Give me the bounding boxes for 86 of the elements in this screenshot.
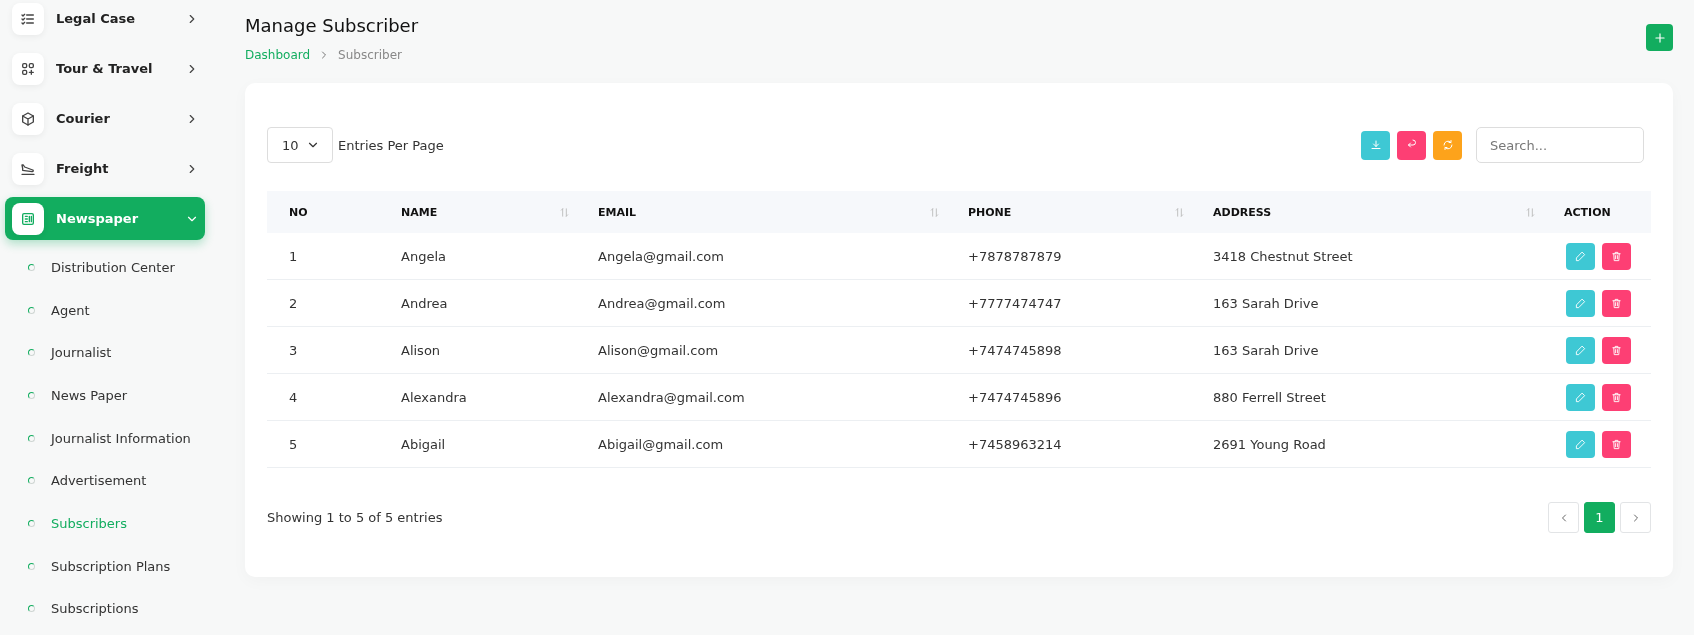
delete-button[interactable] xyxy=(1602,289,1631,317)
table-cell: 2691 Young Road xyxy=(1191,420,1542,468)
pencil-icon xyxy=(1575,250,1586,262)
table-cell: Angela@gmail.com xyxy=(576,233,946,280)
submenu-item[interactable]: Subscription Plans xyxy=(0,544,222,588)
newspaper-icon xyxy=(20,210,36,227)
column-header: ACTION xyxy=(1542,191,1651,233)
table-cell: 4 xyxy=(267,373,379,421)
refresh-icon xyxy=(1441,139,1454,151)
table-cell: 1 xyxy=(267,233,379,280)
trash-icon xyxy=(1611,297,1622,309)
column-header[interactable]: EMAIL xyxy=(576,191,946,233)
table-cell: 3 xyxy=(267,326,379,374)
table-cell: Alison xyxy=(379,326,576,374)
edit-button[interactable] xyxy=(1566,430,1595,458)
column-header: NO xyxy=(267,191,379,233)
table-cell: +7878787879 xyxy=(946,233,1191,280)
table-cell: +7474745896 xyxy=(946,373,1191,421)
edit-button[interactable] xyxy=(1566,289,1595,317)
sort-arrows-icon xyxy=(1174,207,1185,218)
table-cell: Andrea@gmail.com xyxy=(576,279,946,327)
add-button[interactable] xyxy=(1646,24,1673,51)
table-cell: Abigail@gmail.com xyxy=(576,420,946,468)
box-icon xyxy=(20,110,36,127)
table-cell: Angela xyxy=(379,233,576,280)
submenu-item[interactable]: Journalist xyxy=(0,331,222,375)
entries-summary: Showing 1 to 5 of 5 entries xyxy=(267,510,443,525)
download-icon xyxy=(1369,139,1382,151)
delete-button[interactable] xyxy=(1602,242,1631,270)
nav-item[interactable]: Tour & Travel xyxy=(12,53,205,84)
pencil-icon xyxy=(1575,344,1586,356)
delete-button[interactable] xyxy=(1602,383,1631,411)
breadcrumb-current: Subscriber xyxy=(338,48,402,62)
submenu-item[interactable]: Subscriptions xyxy=(0,587,222,631)
trash-icon xyxy=(1611,438,1622,450)
table-cell: +7474745898 xyxy=(946,326,1191,374)
trash-icon xyxy=(1611,344,1622,356)
pencil-icon xyxy=(1575,297,1586,309)
sort-arrows-icon xyxy=(559,207,570,218)
table-cell: 880 Ferrell Street xyxy=(1191,373,1542,421)
download-button[interactable] xyxy=(1361,130,1390,160)
table-cell: 163 Sarah Drive xyxy=(1191,326,1542,374)
table-cell: Alexandra@gmail.com xyxy=(576,373,946,421)
column-header[interactable]: PHONE xyxy=(946,191,1191,233)
table-cell: 3418 Chestnut Street xyxy=(1191,233,1542,280)
submenu-item[interactable]: Agent xyxy=(0,288,222,332)
search-field[interactable]: Search... xyxy=(1476,127,1644,163)
trash-icon xyxy=(1611,391,1622,403)
previous-page-button[interactable] xyxy=(1548,502,1579,533)
table-cell: Alexandra xyxy=(379,373,576,421)
edit-button[interactable] xyxy=(1566,383,1595,411)
sort-arrows-icon xyxy=(1525,207,1536,218)
delete-button[interactable] xyxy=(1602,430,1631,458)
nav-item[interactable]: Courier xyxy=(12,103,205,134)
submenu-item[interactable]: News Paper xyxy=(0,374,222,417)
column-header[interactable]: NAME xyxy=(379,191,576,233)
table-cell: Alison@gmail.com xyxy=(576,326,946,374)
entries-label: Entries Per Page xyxy=(338,137,444,153)
table-cell: 163 Sarah Drive xyxy=(1191,279,1542,327)
grid-plus-icon xyxy=(20,60,36,77)
table-cell: 2 xyxy=(267,279,379,327)
undo-icon xyxy=(1405,139,1418,151)
edit-button[interactable] xyxy=(1566,336,1595,364)
trash-icon xyxy=(1611,250,1622,262)
table-cell: +7777474747 xyxy=(946,279,1191,327)
table-cell: Abigail xyxy=(379,420,576,468)
edit-button[interactable] xyxy=(1566,242,1595,270)
plus-icon xyxy=(1652,30,1667,45)
pencil-icon xyxy=(1575,391,1586,403)
table-cell: 5 xyxy=(267,420,379,468)
next-page-button[interactable] xyxy=(1620,502,1651,533)
table-cell: +7458963214 xyxy=(946,420,1191,468)
table-cell: Andrea xyxy=(379,279,576,327)
nav-item[interactable]: Freight xyxy=(12,153,205,184)
page-size-select[interactable]: 10 xyxy=(267,127,333,163)
submenu-item[interactable]: Journalist Information xyxy=(0,416,222,460)
sort-arrows-icon xyxy=(929,207,940,218)
nav-item[interactable]: Legal Case xyxy=(12,3,205,34)
column-header[interactable]: ADDRESS xyxy=(1191,191,1542,233)
page-title: Manage Subscriber xyxy=(245,14,419,38)
submenu-item[interactable]: Distribution Center xyxy=(0,246,222,289)
delete-button[interactable] xyxy=(1602,336,1631,364)
submenu-item[interactable]: Advertisement xyxy=(0,459,222,503)
undo-button[interactable] xyxy=(1397,130,1426,160)
pencil-icon xyxy=(1575,438,1586,450)
refresh-button[interactable] xyxy=(1433,130,1462,160)
